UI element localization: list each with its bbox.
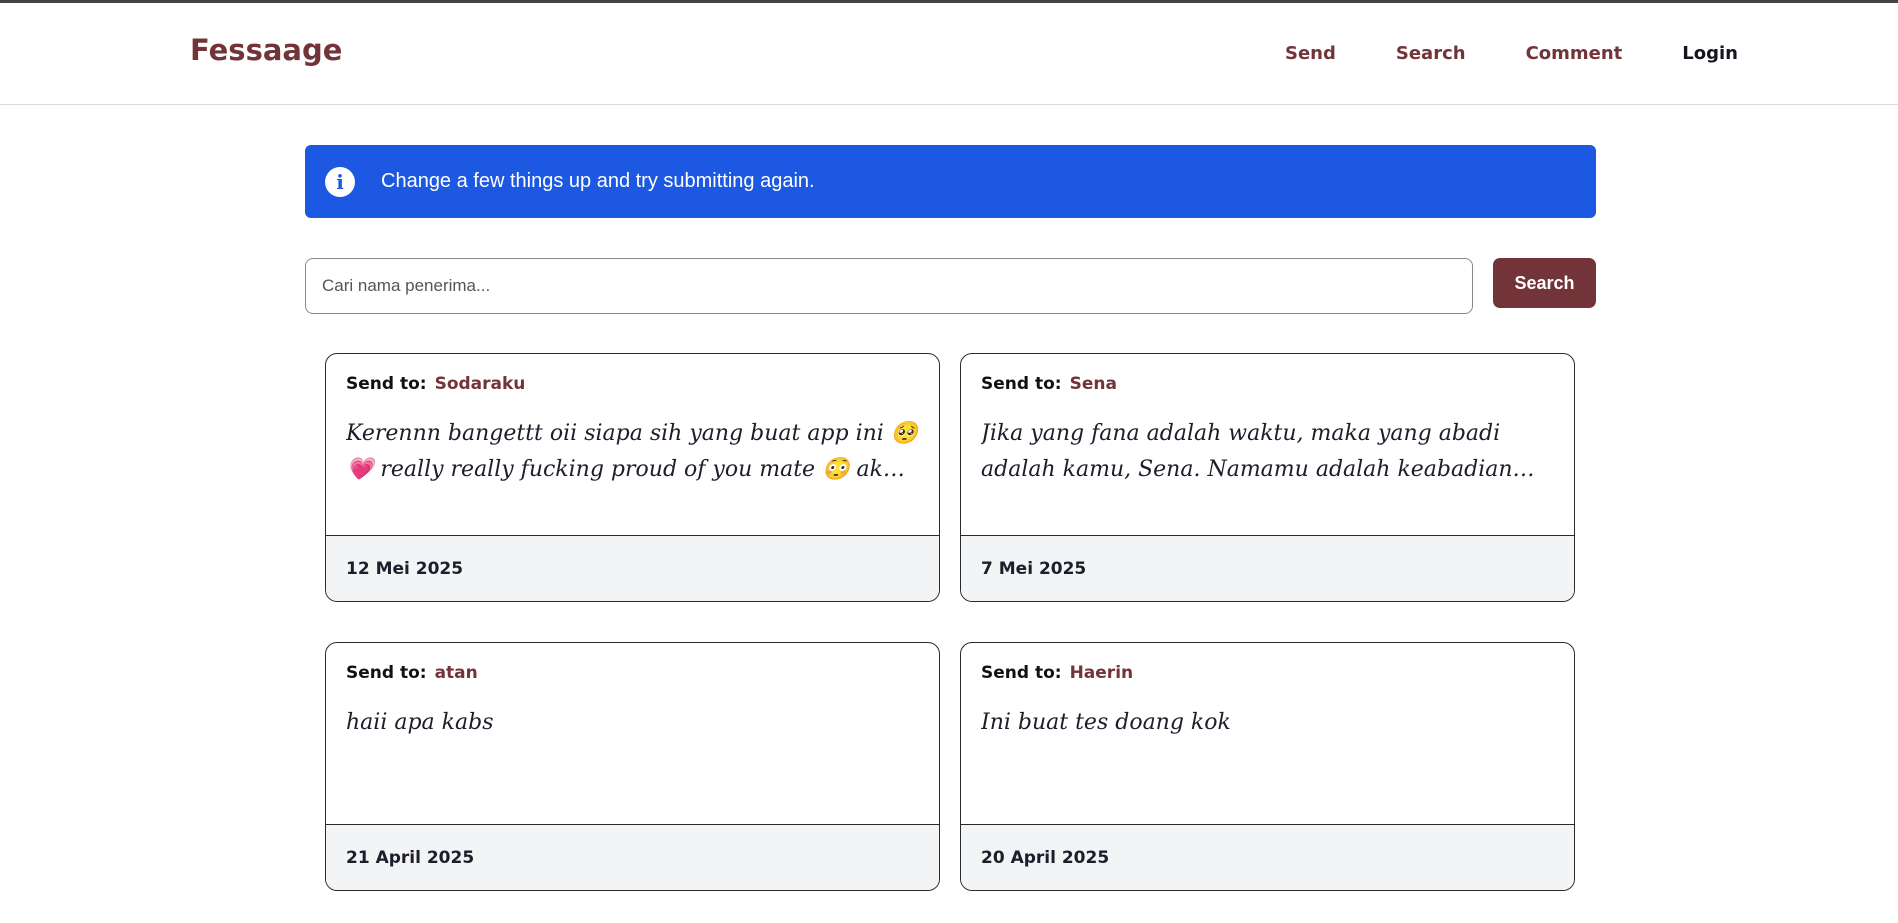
send-to-label: Send to: [981, 663, 1062, 683]
send-to-label: Send to: [346, 663, 427, 683]
nav-search-link[interactable]: Search [1396, 43, 1466, 64]
message-card[interactable]: Send to: atan haii apa kabs 21 April 2025 [325, 642, 940, 891]
recipient-name: atan [434, 663, 478, 683]
message-text: Kerennn bangettt oii siapa sih yang buat… [346, 421, 919, 482]
card-date: 20 April 2025 [961, 825, 1574, 890]
message-card[interactable]: Send to: Sodaraku Kerennn bangettt oii si… [325, 353, 940, 602]
search-form: Search [305, 258, 1596, 314]
nav-send-link[interactable]: Send [1285, 43, 1336, 64]
nav-login-link[interactable]: Login [1682, 43, 1738, 64]
nav-links: Send Search Comment Login [1285, 43, 1738, 64]
send-to-line: Send to: Sena [981, 374, 1554, 394]
search-input[interactable] [305, 258, 1473, 314]
send-to-label: Send to: [981, 374, 1062, 394]
recipient-name: Haerin [1069, 663, 1134, 683]
card-body: Send to: Sena Jika yang fana adalah waktu… [961, 354, 1574, 536]
recipient-name: Sena [1069, 374, 1117, 394]
alert-text: Change a few things up and try submittin… [381, 170, 815, 192]
navbar: Fessaage Send Search Comment Login [0, 3, 1898, 105]
brand-logo[interactable]: Fessaage [190, 33, 342, 67]
message-card[interactable]: Send to: Haerin Ini buat tes doang kok 20… [960, 642, 1575, 891]
search-button[interactable]: Search [1493, 258, 1596, 308]
message-text: Ini buat tes doang kok [981, 710, 1231, 735]
send-to-line: Send to: Sodaraku [346, 374, 919, 394]
main-content: i Change a few things up and try submitt… [305, 145, 1596, 891]
recipient-name: Sodaraku [434, 374, 526, 394]
card-date: 7 Mei 2025 [961, 536, 1574, 601]
send-to-line: Send to: Haerin [981, 663, 1554, 683]
card-body: Send to: Sodaraku Kerennn bangettt oii si… [326, 354, 939, 536]
card-date: 21 April 2025 [326, 825, 939, 890]
card-body: Send to: atan haii apa kabs [326, 643, 939, 825]
message-text: Jika yang fana adalah waktu, maka yang a… [981, 421, 1513, 482]
message-text: haii apa kabs [346, 710, 494, 735]
send-to-label: Send to: [346, 374, 427, 394]
card-date: 12 Mei 2025 [326, 536, 939, 601]
info-alert: i Change a few things up and try submitt… [305, 145, 1596, 218]
send-to-line: Send to: atan [346, 663, 919, 683]
nav-comment-link[interactable]: Comment [1526, 43, 1623, 64]
message-card[interactable]: Send to: Sena Jika yang fana adalah waktu… [960, 353, 1575, 602]
message-card-grid: Send to: Sodaraku Kerennn bangettt oii si… [325, 353, 1575, 891]
card-body: Send to: Haerin Ini buat tes doang kok [961, 643, 1574, 825]
info-icon: i [325, 166, 355, 197]
